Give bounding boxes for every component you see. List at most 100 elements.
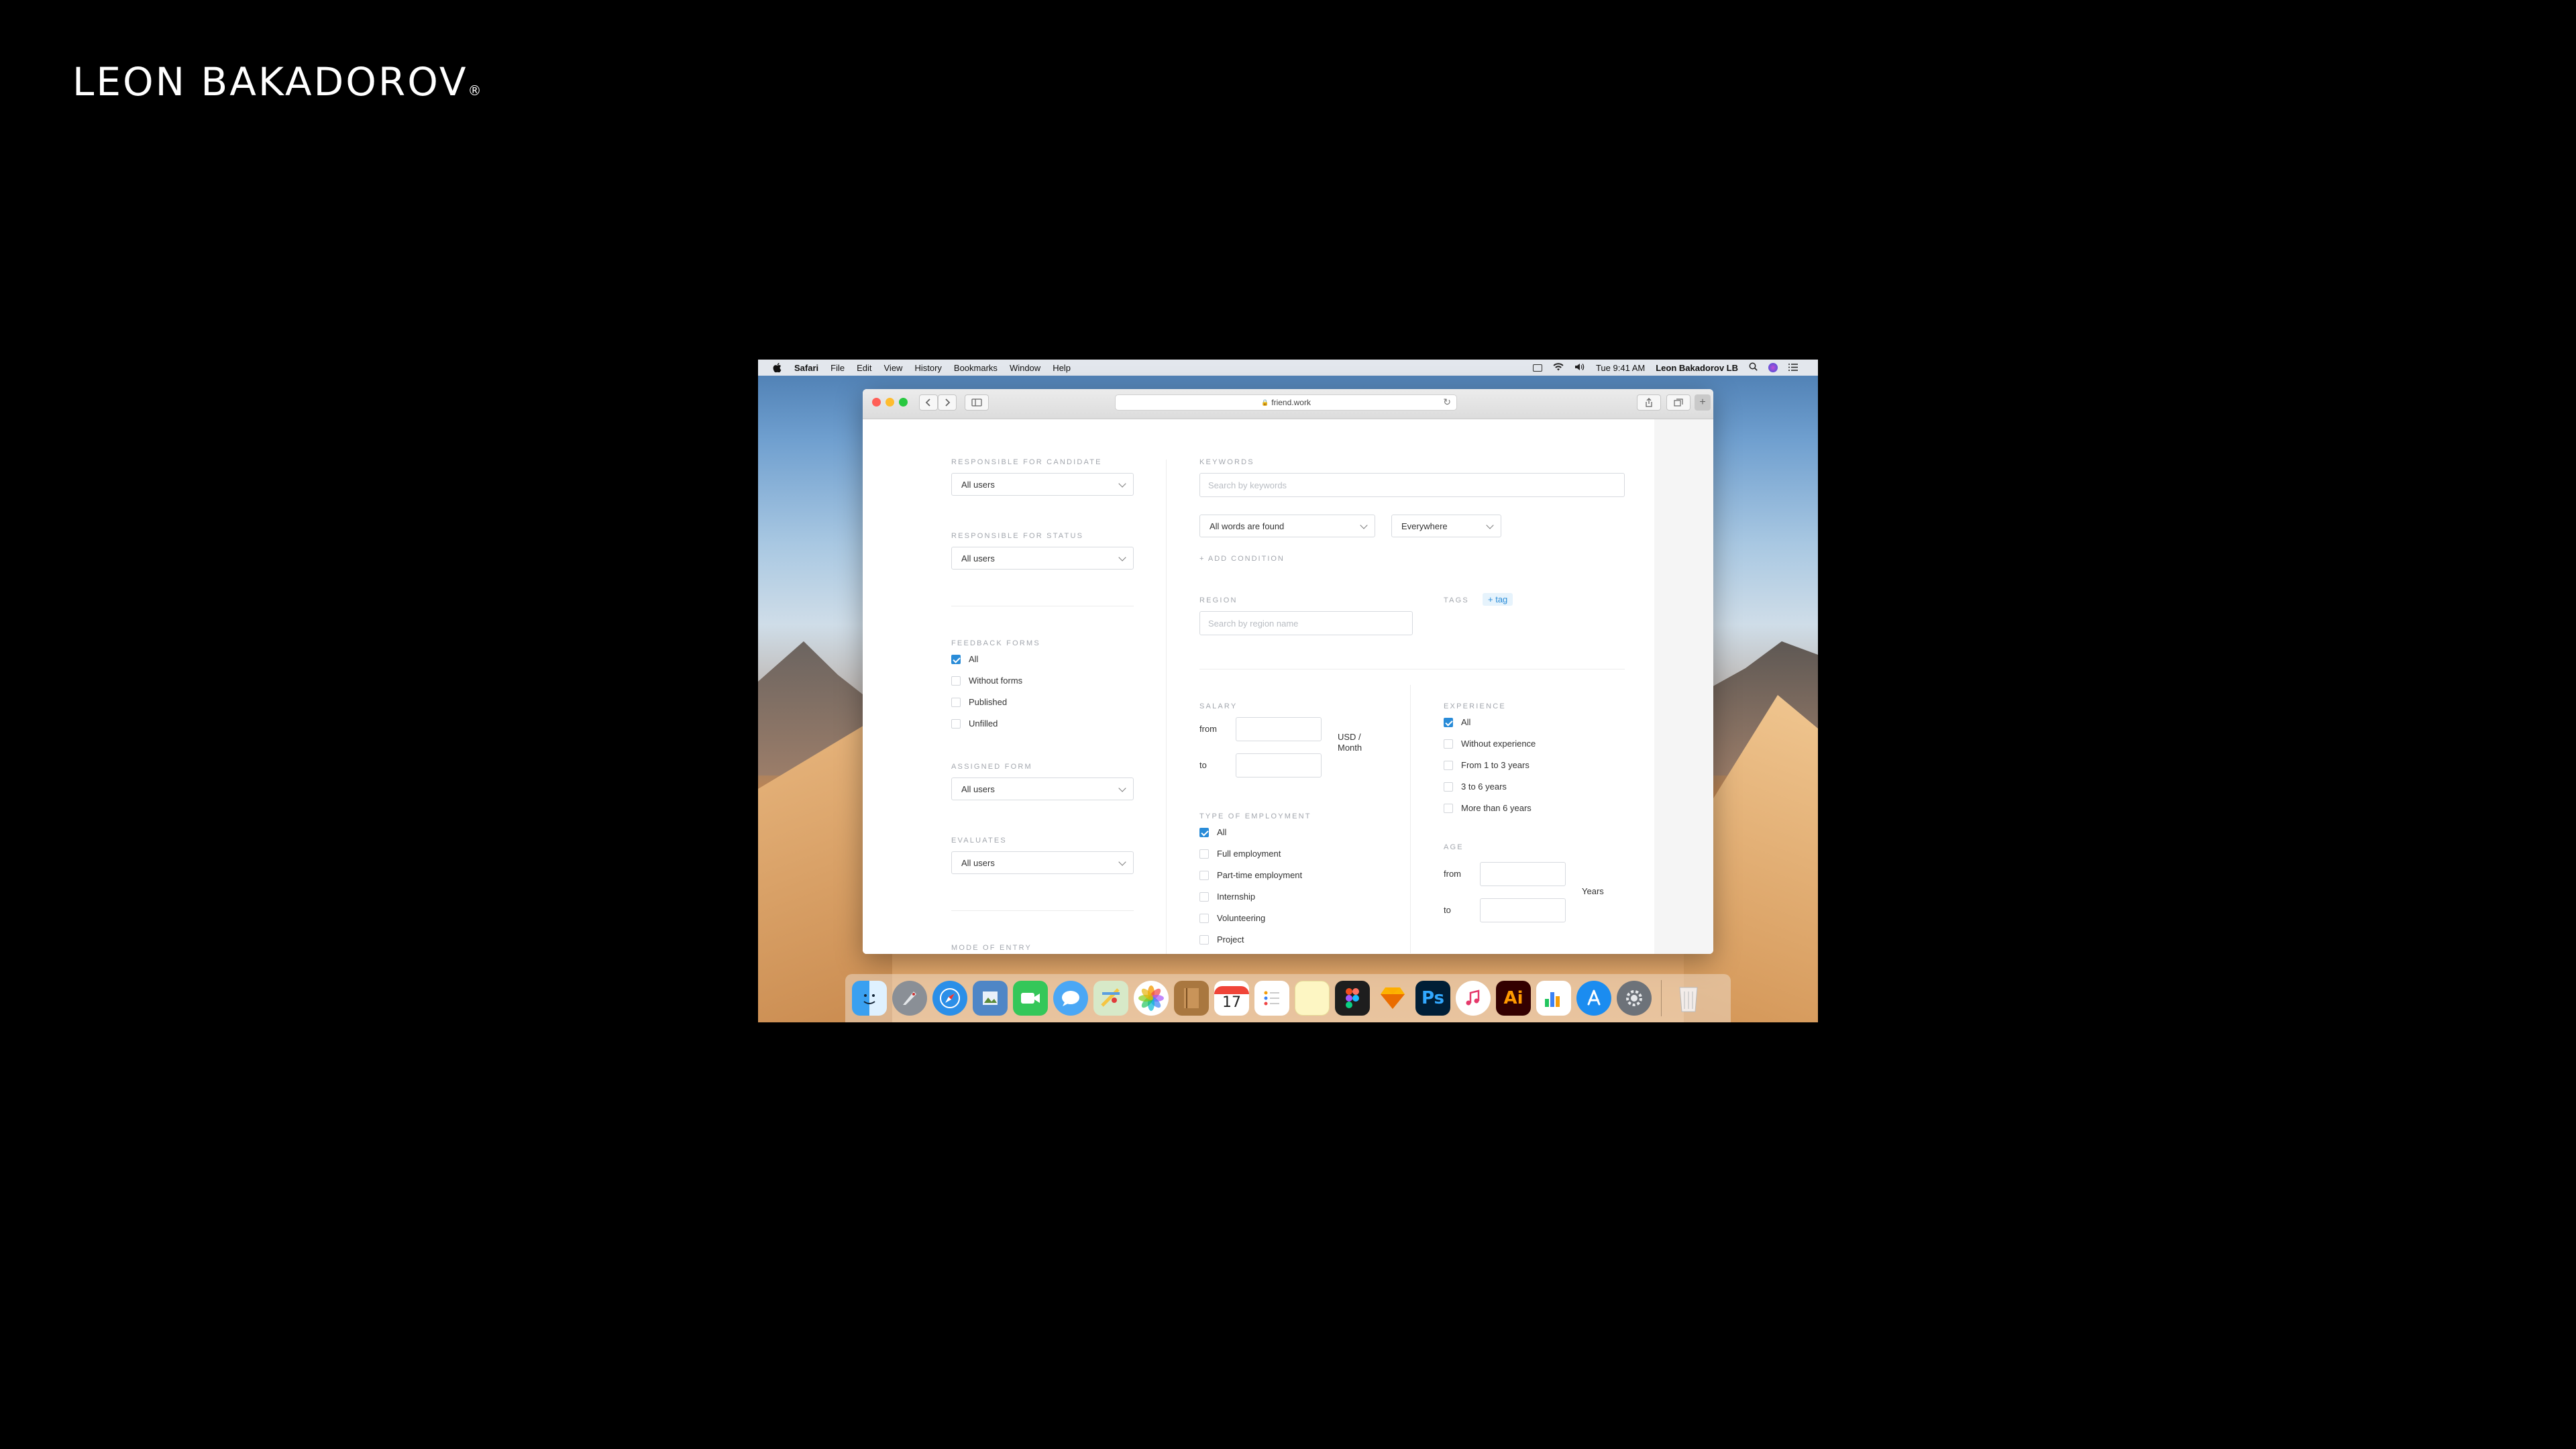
keywords-match-select[interactable]: All words are found xyxy=(1199,515,1375,537)
keywords-input[interactable]: Search by keywords xyxy=(1199,473,1625,497)
safari-icon[interactable] xyxy=(932,981,967,1016)
finder-icon[interactable] xyxy=(852,981,887,1016)
feedback-without-forms-checkbox[interactable]: Without forms xyxy=(951,676,1022,686)
experience-3-6-checkbox[interactable]: 3 to 6 years xyxy=(1444,782,1507,792)
clock[interactable]: Tue 9:41 AM xyxy=(1596,363,1645,373)
maps-icon[interactable] xyxy=(1093,981,1128,1016)
spotlight-search-icon[interactable] xyxy=(1749,362,1758,373)
notification-center-icon[interactable] xyxy=(1788,363,1798,373)
messages-icon[interactable] xyxy=(1053,981,1088,1016)
experience-none-checkbox[interactable]: Without experience xyxy=(1444,739,1536,749)
minimize-window-button[interactable] xyxy=(885,398,894,407)
experience-1-3-checkbox[interactable]: From 1 to 3 years xyxy=(1444,760,1529,770)
employment-all-checkbox[interactable]: All xyxy=(1199,827,1226,837)
checkbox-unchecked[interactable] xyxy=(1444,803,1453,813)
menu-safari[interactable]: Safari xyxy=(794,363,818,373)
menu-history[interactable]: History xyxy=(914,363,941,373)
launchpad-icon[interactable] xyxy=(892,981,927,1016)
salary-from-input[interactable] xyxy=(1236,717,1322,741)
assigned-form-select[interactable]: All users xyxy=(951,777,1134,800)
checkbox-unchecked[interactable] xyxy=(1199,892,1209,902)
menu-bookmarks[interactable]: Bookmarks xyxy=(954,363,998,373)
employment-type-label: TYPE OF EMPLOYMENT xyxy=(1199,812,1311,820)
add-tag-button[interactable]: + tag xyxy=(1483,593,1513,606)
menu-edit[interactable]: Edit xyxy=(857,363,871,373)
column-divider xyxy=(1410,685,1411,953)
feedback-published-checkbox[interactable]: Published xyxy=(951,697,1007,707)
employment-project-checkbox[interactable]: Project xyxy=(1199,934,1244,945)
numbers-icon[interactable] xyxy=(1536,981,1571,1016)
employment-internship-checkbox[interactable]: Internship xyxy=(1199,892,1255,902)
reminders-icon[interactable] xyxy=(1254,981,1289,1016)
calendar-icon[interactable]: 17 xyxy=(1214,981,1249,1016)
checkbox-unchecked[interactable] xyxy=(1199,934,1209,945)
age-to-input[interactable] xyxy=(1480,898,1566,922)
checkbox-checked[interactable] xyxy=(951,654,961,664)
tabs-overview-button[interactable] xyxy=(1666,394,1690,411)
wifi-icon[interactable] xyxy=(1553,362,1564,373)
system-preferences-icon[interactable] xyxy=(1617,981,1652,1016)
illustrator-icon[interactable]: Ai xyxy=(1496,981,1531,1016)
checkbox-unchecked[interactable] xyxy=(1444,760,1453,770)
menu-window[interactable]: Window xyxy=(1010,363,1040,373)
illustrator-label: Ai xyxy=(1503,988,1523,1008)
checkbox-unchecked[interactable] xyxy=(1199,849,1209,859)
evaluates-select[interactable]: All users xyxy=(951,851,1134,874)
back-button[interactable] xyxy=(919,394,938,411)
employment-part-time-checkbox[interactable]: Part-time employment xyxy=(1199,870,1302,880)
user-menu[interactable]: Leon Bakadorov LB xyxy=(1656,363,1738,373)
checkbox-unchecked[interactable] xyxy=(1199,913,1209,923)
checkbox-unchecked[interactable] xyxy=(1444,739,1453,749)
share-button[interactable] xyxy=(1637,394,1661,411)
salary-to-input[interactable] xyxy=(1236,753,1322,777)
close-window-button[interactable] xyxy=(872,398,881,407)
keywords-scope-select[interactable]: Everywhere xyxy=(1391,515,1501,537)
figma-icon[interactable] xyxy=(1335,981,1370,1016)
salary-label: SALARY xyxy=(1199,702,1238,710)
sidebar-toggle-button[interactable] xyxy=(965,394,989,411)
new-tab-button[interactable]: + xyxy=(1695,394,1711,411)
app-store-icon[interactable] xyxy=(1576,981,1611,1016)
preview-icon[interactable] xyxy=(973,981,1008,1016)
employment-full-checkbox[interactable]: Full employment xyxy=(1199,849,1281,859)
airplay-icon[interactable] xyxy=(1532,364,1542,372)
trash-icon[interactable] xyxy=(1671,981,1706,1016)
employment-volunteering-checkbox[interactable]: Volunteering xyxy=(1199,913,1265,923)
checkbox-checked[interactable] xyxy=(1444,717,1453,727)
siri-icon[interactable] xyxy=(1768,363,1778,372)
notes-book-icon[interactable] xyxy=(1174,981,1209,1016)
photos-icon[interactable] xyxy=(1134,981,1169,1016)
menu-view[interactable]: View xyxy=(884,363,903,373)
checkbox-unchecked[interactable] xyxy=(951,718,961,729)
sketch-icon[interactable] xyxy=(1375,981,1410,1016)
reload-icon[interactable]: ↻ xyxy=(1443,396,1451,408)
checkbox-unchecked[interactable] xyxy=(1199,870,1209,880)
volume-icon[interactable] xyxy=(1574,363,1585,373)
facetime-icon[interactable] xyxy=(1013,981,1048,1016)
age-from-input[interactable] xyxy=(1480,862,1566,886)
checkbox-checked[interactable] xyxy=(1199,827,1209,837)
experience-6plus-checkbox[interactable]: More than 6 years xyxy=(1444,803,1532,813)
add-condition-link[interactable]: + ADD CONDITION xyxy=(1199,555,1285,563)
responsible-status-select[interactable]: All users xyxy=(951,547,1134,570)
responsible-candidate-select[interactable]: All users xyxy=(951,473,1134,496)
address-bar[interactable]: 🔒 friend.work ↻ xyxy=(1115,394,1457,411)
checkbox-unchecked[interactable] xyxy=(951,697,961,707)
checkbox-label: Part-time employment xyxy=(1217,870,1303,880)
stickies-icon[interactable] xyxy=(1295,981,1330,1016)
mode-of-entry-label: MODE OF ENTRY xyxy=(951,944,1032,952)
photoshop-icon[interactable]: Ps xyxy=(1415,981,1450,1016)
zoom-window-button[interactable] xyxy=(899,398,908,407)
region-input[interactable]: Search by region name xyxy=(1199,611,1413,635)
experience-all-checkbox[interactable]: All xyxy=(1444,717,1470,727)
checkbox-unchecked[interactable] xyxy=(951,676,961,686)
itunes-icon[interactable] xyxy=(1456,981,1491,1016)
forward-button[interactable] xyxy=(938,394,957,411)
apple-menu-icon[interactable] xyxy=(773,363,782,373)
menu-file[interactable]: File xyxy=(830,363,845,373)
checkbox-unchecked[interactable] xyxy=(1444,782,1453,792)
menu-help[interactable]: Help xyxy=(1053,363,1071,373)
feedback-all-checkbox[interactable]: All xyxy=(951,654,978,664)
feedback-unfilled-checkbox[interactable]: Unfilled xyxy=(951,718,998,729)
menu-bar: Safari File Edit View History Bookmarks … xyxy=(758,360,1818,376)
